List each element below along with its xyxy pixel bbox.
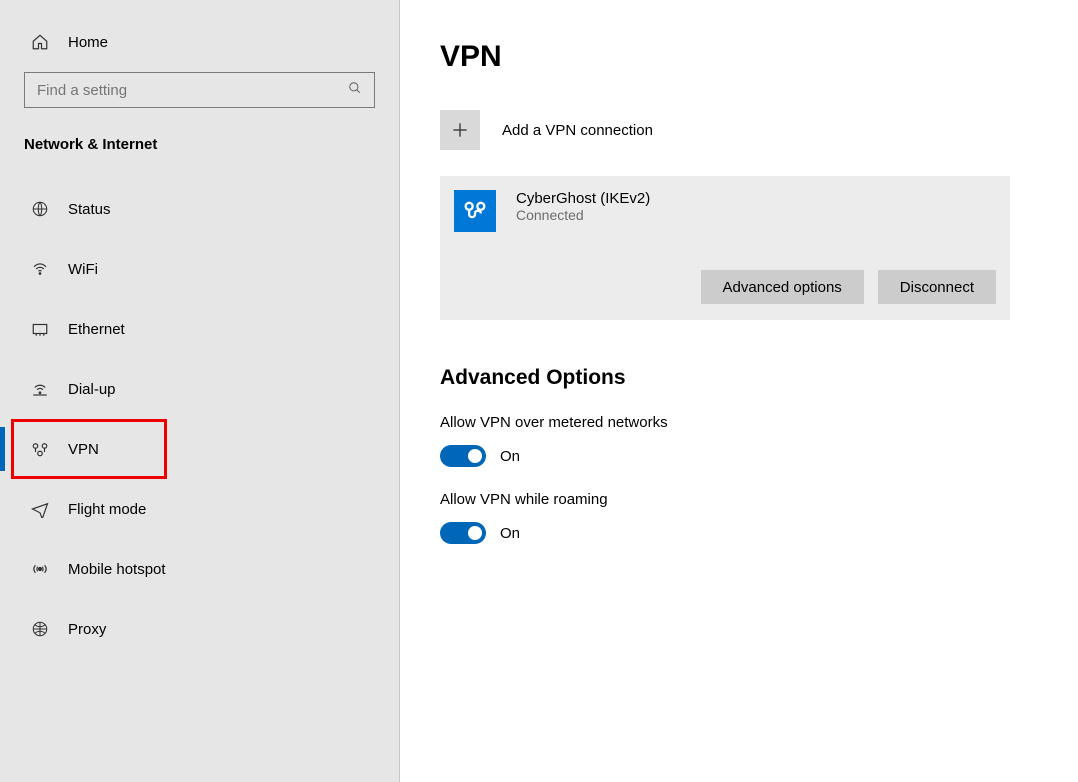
sidebar-item-label: Proxy [68, 621, 106, 638]
toggle-roaming-group: Allow VPN while roaming On [440, 491, 1038, 544]
airplane-icon [30, 499, 50, 519]
sidebar-item-label: VPN [68, 441, 99, 458]
sidebar-item-label: Flight mode [68, 501, 146, 518]
toggle-metered-switch[interactable] [440, 445, 486, 467]
toggle-roaming-label: Allow VPN while roaming [440, 491, 1038, 508]
add-vpn-label: Add a VPN connection [502, 122, 653, 139]
main-content: VPN Add a VPN connection CyberGhost (IKE… [400, 0, 1078, 782]
sidebar-item-dialup[interactable]: Dial-up [0, 359, 399, 419]
wifi-icon [30, 259, 50, 279]
toggle-metered-label: Allow VPN over metered networks [440, 414, 1038, 431]
sidebar-item-label: Dial-up [68, 381, 116, 398]
sidebar-item-label: Mobile hotspot [68, 561, 166, 578]
toggle-metered-group: Allow VPN over metered networks On [440, 414, 1038, 467]
search-input[interactable] [37, 82, 348, 99]
vpn-connection-name: CyberGhost (IKEv2) [516, 190, 650, 207]
sidebar-item-status[interactable]: Status [0, 179, 399, 239]
sidebar-item-label: WiFi [68, 261, 98, 278]
advanced-options-heading: Advanced Options [440, 366, 1038, 390]
page-title: VPN [440, 40, 1038, 74]
sidebar-nav-list: Status WiFi Ethernet Dial-up VPN [0, 179, 399, 659]
sidebar-item-label: Status [68, 201, 111, 218]
search-box[interactable] [24, 72, 375, 108]
sidebar-home-label: Home [68, 34, 108, 51]
home-icon [30, 32, 50, 52]
vpn-connection-card[interactable]: CyberGhost (IKEv2) Connected Advanced op… [440, 176, 1010, 320]
vpn-connection-status: Connected [516, 207, 650, 223]
sidebar-item-flightmode[interactable]: Flight mode [0, 479, 399, 539]
search-icon [348, 81, 362, 100]
toggle-roaming-switch[interactable] [440, 522, 486, 544]
sidebar-section-title: Network & Internet [0, 122, 399, 159]
sidebar-item-vpn[interactable]: VPN [0, 419, 399, 479]
toggle-metered-state: On [500, 448, 520, 465]
vpn-connection-icon [454, 190, 496, 232]
ethernet-icon [30, 319, 50, 339]
plus-icon [440, 110, 480, 150]
disconnect-button[interactable]: Disconnect [878, 270, 996, 304]
sidebar: Home Network & Internet Status WiFi Ethe… [0, 0, 400, 782]
proxy-icon [30, 619, 50, 639]
sidebar-item-hotspot[interactable]: Mobile hotspot [0, 539, 399, 599]
sidebar-item-label: Ethernet [68, 321, 125, 338]
sidebar-item-ethernet[interactable]: Ethernet [0, 299, 399, 359]
dialup-icon [30, 379, 50, 399]
toggle-roaming-state: On [500, 525, 520, 542]
add-vpn-row[interactable]: Add a VPN connection [440, 110, 1038, 150]
sidebar-home[interactable]: Home [0, 20, 399, 64]
sidebar-item-wifi[interactable]: WiFi [0, 239, 399, 299]
status-icon [30, 199, 50, 219]
sidebar-item-proxy[interactable]: Proxy [0, 599, 399, 659]
hotspot-icon [30, 559, 50, 579]
advanced-options-button[interactable]: Advanced options [701, 270, 864, 304]
vpn-icon [30, 439, 50, 459]
